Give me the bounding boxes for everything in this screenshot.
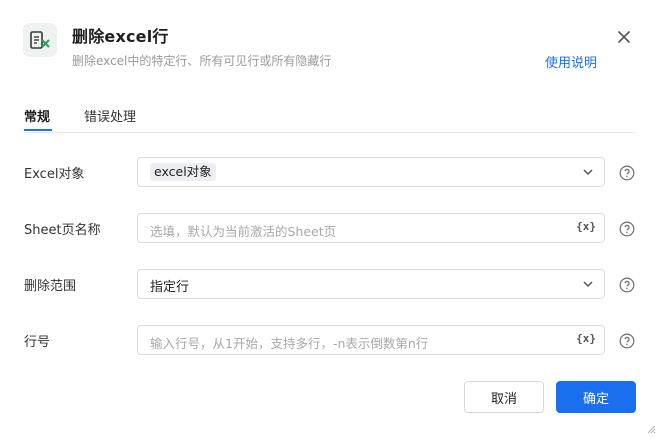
variable-icon[interactable]: {x} (576, 220, 596, 233)
help-circle-icon[interactable] (619, 221, 635, 237)
usage-help-link[interactable]: 使用说明 (545, 52, 597, 71)
tab-error-handling[interactable]: 错误处理 (84, 106, 136, 125)
chevron-down-icon (583, 281, 593, 288)
help-circle-icon[interactable] (619, 165, 635, 181)
close-icon (617, 30, 631, 44)
dialog-title: 删除excel行 (72, 27, 169, 46)
cancel-button[interactable]: 取消 (464, 381, 544, 413)
excel-object-select[interactable]: excel对象 (137, 157, 605, 187)
delete-range-value: 指定行 (150, 280, 190, 295)
tab-bar: 常规 错误处理 (24, 104, 636, 133)
sheet-name-placeholder: 选填，默认为当前激活的Sheet页 (150, 224, 337, 239)
row-number-placeholder: 输入行号，从1开始，支持多行，-n表示倒数第n行 (150, 336, 429, 351)
close-button[interactable] (614, 27, 634, 47)
excel-object-label: Excel对象 (24, 167, 85, 182)
excel-object-chip: excel对象 (150, 163, 216, 181)
help-circle-icon[interactable] (619, 277, 635, 293)
delete-range-label: 删除范围 (24, 279, 77, 294)
delete-excel-row-dialog: 删除excel行 删除excel中的特定行、所有可见行或所有隐藏行 使用说明 常… (0, 0, 660, 438)
row-number-label: 行号 (24, 335, 51, 350)
sheet-name-label: Sheet页名称 (24, 223, 101, 238)
delete-range-select[interactable]: 指定行 (137, 269, 605, 299)
row-number-input[interactable]: 输入行号，从1开始，支持多行，-n表示倒数第n行 {x} (137, 325, 605, 355)
dialog-subtitle: 删除excel中的特定行、所有可见行或所有隐藏行 (72, 54, 332, 68)
variable-icon[interactable]: {x} (576, 332, 596, 345)
chevron-down-icon (583, 169, 593, 176)
excel-delete-icon (23, 23, 57, 57)
tab-general[interactable]: 常规 (24, 106, 50, 125)
sheet-name-input[interactable]: 选填，默认为当前激活的Sheet页 {x} (137, 213, 605, 243)
help-circle-icon[interactable] (619, 333, 635, 349)
active-tab-indicator (24, 129, 52, 131)
confirm-button[interactable]: 确定 (556, 381, 636, 413)
resize-grip-icon[interactable] (646, 424, 656, 434)
